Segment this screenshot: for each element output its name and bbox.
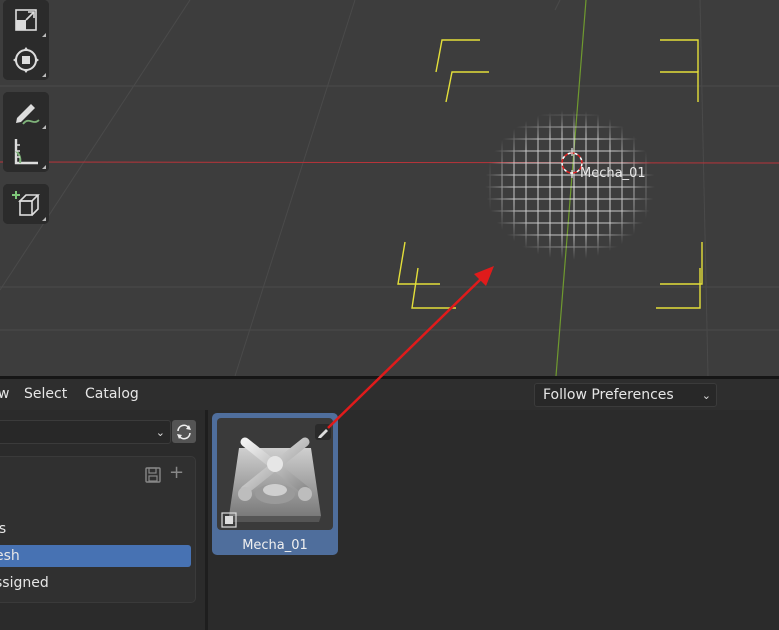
object-type-icon [221, 512, 237, 528]
menu-view[interactable]: w [0, 386, 9, 402]
add-cube-icon [12, 191, 40, 216]
import-method-value: Follow Preferences [543, 387, 674, 403]
object-name-label: Mecha_01 [580, 166, 646, 181]
y-axis-line [555, 0, 587, 376]
chevron-down-icon: ⌄ [701, 389, 711, 402]
viewport-scene [0, 0, 779, 376]
x-axis-line [0, 161, 779, 164]
catalog-side-panel: ⌄ + ls esh ssigned [0, 410, 208, 630]
catalog-item-label: ssigned [0, 575, 49, 591]
edit-asset-icon[interactable] [315, 424, 331, 440]
menu-catalog[interactable]: Catalog [85, 386, 139, 402]
annotate-tool-button[interactable] [3, 92, 49, 132]
asset-name: Mecha_01 [242, 538, 308, 553]
toolbar-add-group [3, 184, 49, 224]
measure-icon [14, 139, 38, 165]
annotate-icon [16, 104, 40, 125]
catalog-item[interactable]: ssigned [0, 572, 190, 594]
save-catalog-icon[interactable] [145, 467, 161, 483]
asset-browser-header: w Select Catalog Follow Preferences ⌄ [0, 379, 779, 410]
asset-library-dropdown[interactable]: ⌄ [0, 420, 171, 444]
refresh-library-button[interactable] [172, 420, 196, 443]
refresh-icon [177, 424, 191, 439]
import-method-dropdown[interactable]: Follow Preferences ⌄ [534, 383, 717, 407]
catalog-item[interactable]: ls [0, 518, 190, 540]
measure-tool-button[interactable] [3, 132, 49, 172]
toolbar-transform-group [3, 0, 49, 80]
3d-viewport[interactable]: Mecha_01 [0, 0, 779, 376]
scale-tool-button[interactable] [3, 0, 49, 40]
chevron-down-icon: ⌄ [155, 426, 165, 439]
catalog-item-label: ls [0, 521, 7, 537]
catalog-item-active[interactable]: esh [0, 545, 191, 567]
menu-select[interactable]: Select [24, 386, 67, 402]
catalog-item-label: esh [0, 548, 20, 564]
transform-icon [13, 47, 39, 73]
transform-tool-button[interactable] [3, 40, 49, 80]
add-catalog-icon[interactable]: + [169, 462, 184, 483]
asset-browser: w Select Catalog Follow Preferences ⌄ ⌄ [0, 379, 779, 630]
asset-grid: Mecha_01 [208, 410, 779, 630]
scale-icon [15, 9, 37, 31]
grid-disc [480, 110, 660, 260]
add-cube-tool-button[interactable] [3, 184, 49, 224]
catalog-tree: + ls esh ssigned [0, 456, 196, 603]
asset-thumbnail [217, 418, 333, 530]
toolbar-annotate-group [3, 92, 49, 172]
asset-tile[interactable]: Mecha_01 [212, 413, 338, 555]
